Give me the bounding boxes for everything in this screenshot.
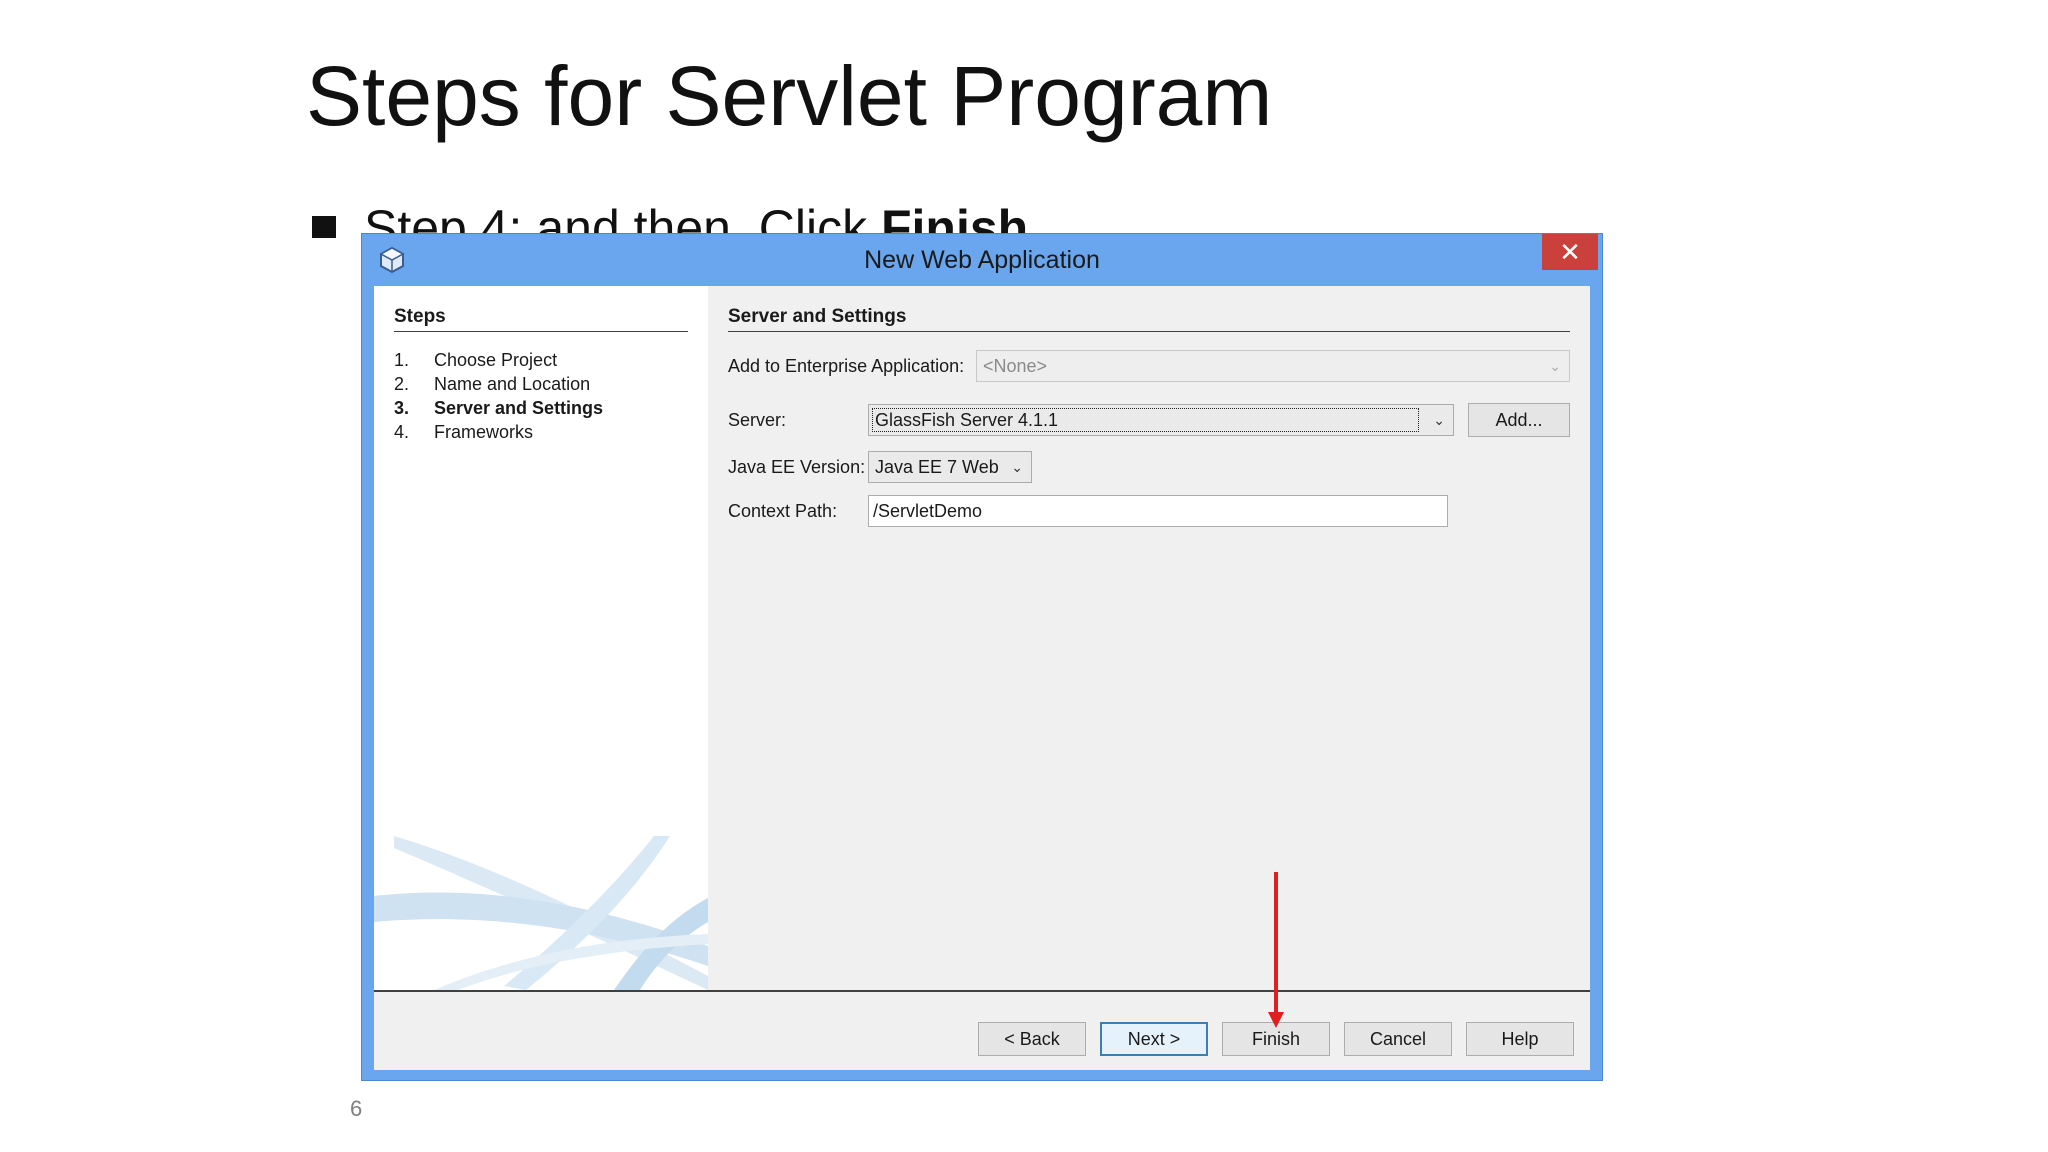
bullet-text-bold: Finish (880, 200, 1029, 238)
settings-heading: Server and Settings (728, 306, 1570, 332)
enterprise-app-value: <None> (983, 356, 1048, 376)
page-number: 6 (350, 1096, 363, 1121)
back-button[interactable]: < Back (978, 1022, 1086, 1056)
javaee-version-label-text: Java EE Version: (728, 457, 866, 477)
close-icon: ✕ (1559, 237, 1581, 267)
steps-heading: Steps (394, 306, 688, 332)
bullet-square-icon (312, 216, 336, 238)
dialog-button-bar: < Back Next > Finish Cancel Help (374, 990, 1590, 1070)
step-item-name-and-location: 2. Name and Location (394, 372, 603, 396)
slide: Steps for Servlet Program Step 4: and th… (0, 0, 2048, 1152)
server-label-text: Server: (728, 410, 787, 430)
enterprise-app-label-text: Add to Enterprise Application: (728, 356, 965, 376)
context-path-label-text: Context Path: (728, 501, 838, 521)
step-item-frameworks: 4. Frameworks (394, 420, 603, 444)
bullet-text-prefix: Step 4: and then, Click (364, 200, 881, 238)
finish-button[interactable]: Finish (1222, 1022, 1330, 1056)
cancel-button[interactable]: Cancel (1344, 1022, 1452, 1056)
dialog-client-area: Steps 1. Choose Project 2. Name and Locati… (374, 286, 1590, 1070)
dialog-title: New Web Application (864, 246, 1100, 274)
context-path-input[interactable]: /ServletDemo (868, 495, 1448, 527)
step-label: Frameworks (434, 422, 534, 442)
new-web-application-dialog: New Web Application ✕ Steps 1. Choose Pro… (362, 234, 1602, 1080)
context-path-label: Context Path: (728, 501, 837, 522)
step-label: Server and Settings (434, 398, 604, 418)
context-path-value: /ServletDemo (873, 501, 983, 521)
step-label: Choose Project (434, 350, 558, 370)
server-label: Server: (728, 410, 786, 431)
javaee-version-label: Java EE Version: (728, 457, 865, 478)
step-label: Name and Location (434, 374, 591, 394)
help-button[interactable]: Help (1466, 1022, 1574, 1056)
javaee-version-value: Java EE 7 Web (875, 457, 999, 477)
step-number: 2. (394, 374, 410, 394)
step-item-choose-project: 1. Choose Project (394, 348, 603, 372)
step-number: 3. (394, 398, 410, 418)
enterprise-app-select[interactable]: <None> ⌄ (976, 350, 1570, 382)
next-button[interactable]: Next > (1100, 1022, 1208, 1056)
slide-title: Steps for Servlet Program (306, 49, 1273, 143)
steps-panel: Steps 1. Choose Project 2. Name and Locati… (374, 286, 708, 990)
chevron-down-icon: ⌄ (1549, 358, 1561, 374)
server-select[interactable]: GlassFish Server 4.1.1 ⌄ (868, 404, 1454, 436)
steps-list: 1. Choose Project 2. Name and Location 3. S… (394, 348, 603, 444)
decorative-swoosh-graphic (374, 836, 708, 990)
enterprise-app-label: Add to Enterprise Application: (728, 356, 964, 377)
add-server-button[interactable]: Add... (1468, 403, 1570, 437)
bullet-text: Step 4: and then, Click Finish (364, 190, 1028, 238)
step-number: 1. (394, 350, 410, 370)
dialog-titlebar[interactable]: New Web Application ✕ (362, 234, 1602, 286)
server-value: GlassFish Server 4.1.1 (875, 410, 1059, 430)
step-item-server-and-settings: 3. Server and Settings (394, 396, 603, 420)
close-button[interactable]: ✕ (1542, 234, 1598, 270)
javaee-version-select[interactable]: Java EE 7 Web ⌄ (868, 451, 1032, 483)
settings-panel: Server and Settings Add to Enterprise Ap… (708, 286, 1590, 990)
chevron-down-icon: ⌄ (1011, 459, 1023, 475)
bullet-step-4: Step 4: and then, Click Finish (306, 190, 1606, 238)
chevron-down-icon: ⌄ (1433, 412, 1445, 428)
step-number: 4. (394, 422, 410, 442)
